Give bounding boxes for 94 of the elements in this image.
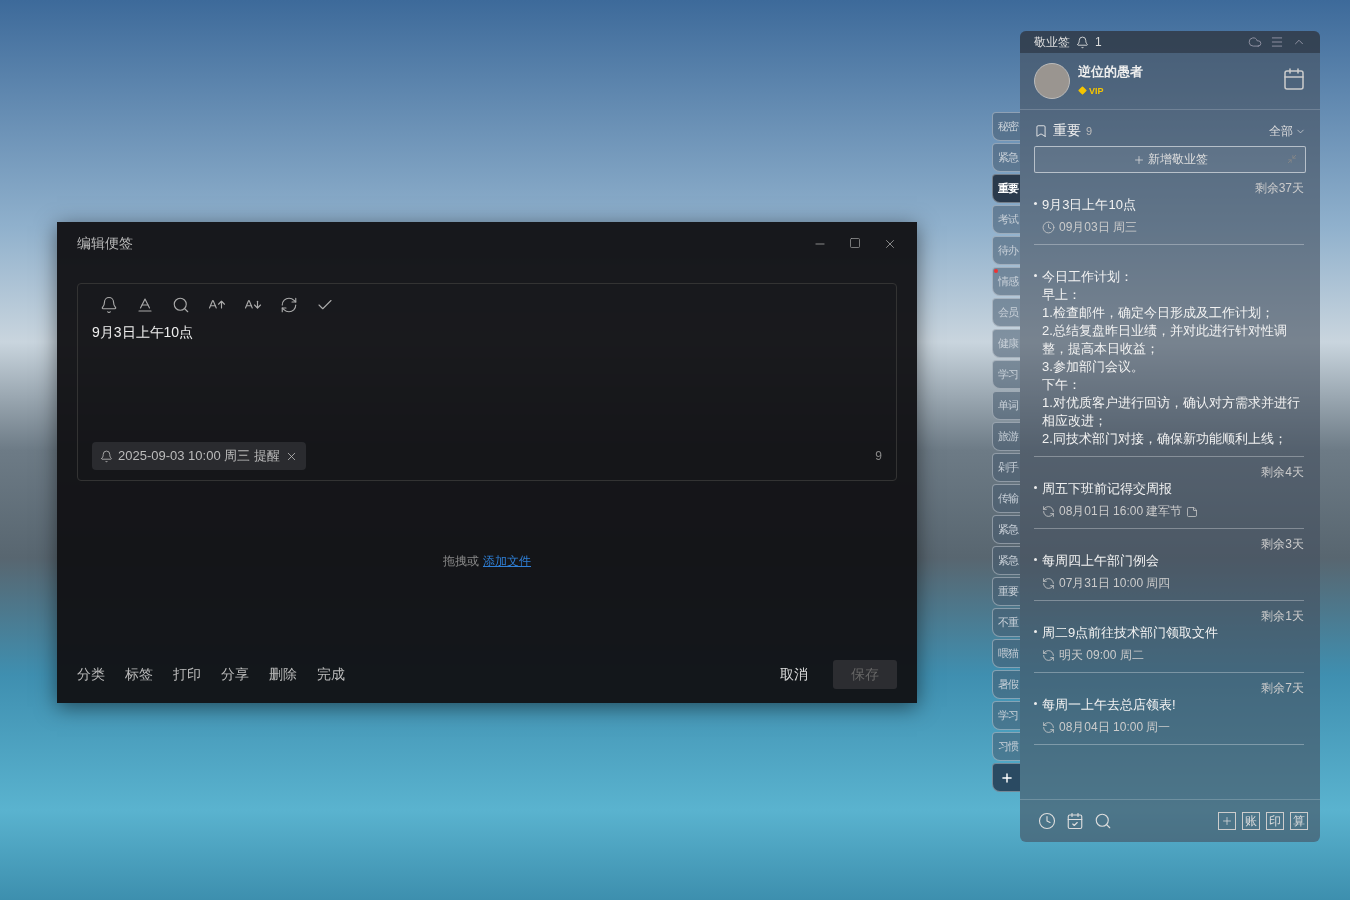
- category-tab[interactable]: 传输: [992, 484, 1020, 513]
- note-text[interactable]: 每周四上午部门例会: [1042, 552, 1159, 570]
- category-tab[interactable]: 重要: [992, 577, 1020, 606]
- cancel-button[interactable]: 取消: [780, 665, 808, 684]
- note-time: 07月31日 10:00 周四: [1059, 575, 1171, 592]
- diamond-icon: [1078, 86, 1087, 95]
- action-button[interactable]: 打印: [173, 665, 201, 684]
- bullet-dot: [1034, 202, 1037, 205]
- action-button[interactable]: 标签: [125, 665, 153, 684]
- category-tab[interactable]: 紧急: [992, 546, 1020, 575]
- category-tab[interactable]: 紧急: [992, 515, 1020, 544]
- note-text[interactable]: 9月3日上午10点: [92, 324, 882, 442]
- clock-icon[interactable]: [1038, 812, 1056, 830]
- note-time: 09月03日 周三: [1059, 219, 1138, 236]
- note-time: 08月01日 16:00 建军节: [1059, 503, 1183, 520]
- calendar-check-icon[interactable]: [1066, 812, 1084, 830]
- action-button[interactable]: 分类: [77, 665, 105, 684]
- category-tab[interactable]: 单词: [992, 391, 1020, 420]
- close-icon[interactable]: [883, 237, 897, 251]
- search-icon[interactable]: [1094, 812, 1112, 830]
- bell-icon: [100, 449, 113, 463]
- tool-button[interactable]: 印: [1266, 812, 1284, 830]
- category-tab[interactable]: 会员: [992, 298, 1020, 327]
- calendar-icon[interactable]: [1282, 67, 1306, 91]
- plus-icon: [1221, 815, 1233, 827]
- category-tab[interactable]: 秘密: [992, 112, 1020, 141]
- note-text[interactable]: 今日工作计划： 早上： 1.检查邮件，确定今日形成及工作计划； 2.总结复盘昨日业绩，并对此进行针对性调整，提高本日收益； 3.参加部门会议。 下午： 1.对优质客户进行回访，确认对方需求并进行相应改进； 2.同技术部门对接，确保新功能顺利上线；: [1042, 268, 1304, 448]
- add-file-link[interactable]: 添加文件: [483, 553, 531, 570]
- remaining-days: 剩余7天: [1034, 680, 1304, 696]
- category-tab[interactable]: 暑假: [992, 670, 1020, 699]
- plus-icon: [1132, 153, 1145, 166]
- char-count: 9: [875, 449, 882, 463]
- category-tab[interactable]: 考试: [992, 205, 1020, 234]
- note-item[interactable]: 剩余37天 9月3日上午10点 09月03日 周三: [1034, 173, 1304, 245]
- tool-button[interactable]: 算: [1290, 812, 1308, 830]
- category-tab[interactable]: 待办: [992, 236, 1020, 265]
- note-text[interactable]: 周五下班前记得交周报: [1042, 480, 1172, 498]
- tool-button[interactable]: 账: [1242, 812, 1260, 830]
- category-tab[interactable]: 重要: [992, 174, 1020, 203]
- add-tab-button[interactable]: [992, 763, 1020, 792]
- bookmark-icon: [1034, 124, 1048, 138]
- category-tab[interactable]: 情感: [992, 267, 1020, 296]
- resize-icon: [1287, 154, 1297, 164]
- avatar[interactable]: [1034, 63, 1070, 99]
- bullet-dot: [1034, 702, 1037, 705]
- note-item[interactable]: 剩余7天 每周一上午去总店领表! 08月04日 10:00 周一: [1034, 673, 1304, 745]
- note-item[interactable]: 剩余3天 每周四上午部门例会 07月31日 10:00 周四: [1034, 529, 1304, 601]
- note-text[interactable]: 9月3日上午10点: [1042, 196, 1136, 214]
- action-button[interactable]: 删除: [269, 665, 297, 684]
- category-tab[interactable]: 剁手: [992, 453, 1020, 482]
- bullet-dot: [1034, 274, 1037, 277]
- app-name: 敬业签: [1034, 33, 1070, 51]
- user-name: 逆位的愚者: [1078, 63, 1143, 81]
- action-button[interactable]: 分享: [221, 665, 249, 684]
- note-item[interactable]: 剩余4天 周五下班前记得交周报 08月01日 16:00 建军节: [1034, 457, 1304, 529]
- add-note-button[interactable]: 新增敬业签: [1034, 146, 1306, 173]
- category-tab[interactable]: 习惯: [992, 732, 1020, 761]
- note-item[interactable]: 今日工作计划： 早上： 1.检查邮件，确定今日形成及工作计划； 2.总结复盘昨日业绩，并对此进行针对性调整，提高本日收益； 3.参加部门会议。 下午： 1.对优质客户进行回访，确认对方需求并进行相应改进； 2.同技术部门对接，确保新功能顺利上线；: [1034, 245, 1304, 457]
- remaining-days: 剩余4天: [1034, 464, 1304, 480]
- bell-icon[interactable]: [1076, 35, 1089, 49]
- note-text[interactable]: 周二9点前往技术部门领取文件: [1042, 624, 1219, 642]
- maximize-icon[interactable]: [849, 237, 861, 249]
- remaining-days: 剩余1天: [1034, 608, 1304, 624]
- text-underline-icon[interactable]: [136, 296, 154, 314]
- remaining-days: 剩余3天: [1034, 536, 1304, 552]
- bell-icon[interactable]: [100, 296, 118, 314]
- plus-icon: [999, 770, 1014, 785]
- drop-hint: 拖拽或: [443, 553, 479, 570]
- category-name: 重要: [1053, 122, 1081, 140]
- note-time: 明天 09:00 周二: [1059, 647, 1144, 664]
- category-count: 9: [1086, 125, 1093, 137]
- note-time: 08月04日 10:00 周一: [1059, 719, 1171, 736]
- category-tab[interactable]: 喂猫: [992, 639, 1020, 668]
- bullet-dot: [1034, 558, 1037, 561]
- remaining-days: 剩余37天: [1034, 180, 1304, 196]
- notification-count: 1: [1095, 35, 1102, 49]
- category-tab[interactable]: 紧急: [992, 143, 1020, 172]
- vip-label: VIP: [1078, 85, 1104, 96]
- action-button[interactable]: 完成: [317, 665, 345, 684]
- dialog-title: 编辑便签: [77, 235, 133, 253]
- reminder-text: 2025-09-03 10:00 周三 提醒: [118, 447, 280, 465]
- add-tool-button[interactable]: [1218, 812, 1236, 830]
- note-text[interactable]: 每周一上午去总店领表!: [1042, 696, 1176, 714]
- category-tab[interactable]: 学习: [992, 701, 1020, 730]
- category-tab[interactable]: 学习: [992, 360, 1020, 389]
- search-icon[interactable]: [172, 296, 190, 314]
- cloud-icon[interactable]: [1248, 35, 1262, 49]
- bullet-dot: [1034, 630, 1037, 633]
- category-tab[interactable]: 不重: [992, 608, 1020, 637]
- note-item[interactable]: 剩余1天 周二9点前往技术部门领取文件 明天 09:00 周二: [1034, 601, 1304, 673]
- filter-dropdown[interactable]: 全部: [1269, 122, 1306, 140]
- category-tab[interactable]: 旅游: [992, 422, 1020, 451]
- bullet-dot: [1034, 486, 1037, 489]
- reminder-chip[interactable]: 2025-09-03 10:00 周三 提醒: [92, 442, 306, 470]
